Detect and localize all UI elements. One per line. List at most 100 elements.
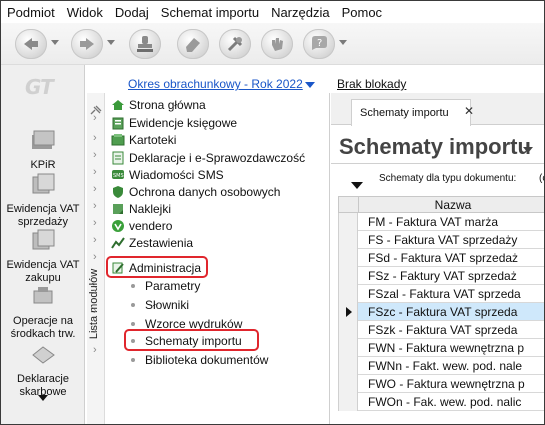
menu-podmiot[interactable]: Podmiot	[7, 5, 55, 20]
rail-scroll-down-icon[interactable]	[38, 395, 48, 401]
rail-item-srodki-trwale[interactable]: Operacje na środkach trw.	[1, 283, 85, 341]
subitem-biblioteka-dokumentow[interactable]: Biblioteka dokumentów	[131, 351, 268, 368]
forward-button[interactable]	[71, 29, 103, 59]
menu-bar: Podmiot Widok Dodaj Schemat importu Narz…	[1, 1, 544, 23]
subitem-label: Biblioteka dokumentów	[145, 352, 269, 367]
schematy-importu-highlight-box	[124, 329, 259, 351]
menu-dodaj[interactable]: Dodaj	[115, 5, 149, 20]
table-row[interactable]: FSzk - Faktura VAT sprzeda	[338, 321, 544, 339]
module-deklaracje[interactable]: Deklaracje i e-Sprawozdawczość	[111, 149, 305, 166]
chevron-right-icon[interactable]: ›	[93, 325, 97, 337]
chevron-right-icon[interactable]: ›	[93, 112, 97, 124]
table-row[interactable]: FSd - Faktura VAT sprzedaż	[338, 249, 544, 267]
menu-schemat-importu[interactable]: Schemat importu	[161, 5, 259, 20]
module-vendero[interactable]: vendero	[111, 217, 172, 234]
table-row[interactable]: FSzc - Faktura VAT sprzeda	[338, 303, 544, 321]
row-selector[interactable]	[338, 321, 358, 339]
bullet-icon	[131, 283, 135, 288]
row-name-cell: FWO - Faktura wewnętrzna p	[368, 377, 525, 391]
row-selector[interactable]	[338, 213, 358, 231]
table-row[interactable]: FWOn - Fak. wew. pod. nalic	[338, 393, 544, 411]
chevron-right-icon[interactable]: ›	[93, 132, 97, 144]
eraser-button[interactable]	[177, 29, 209, 59]
help-button[interactable]: ?	[303, 29, 335, 59]
row-selector[interactable]	[338, 303, 358, 321]
back-dropdown-arrow[interactable]	[51, 40, 59, 48]
column-header-nazwa[interactable]: Nazwa	[359, 198, 544, 212]
table-row[interactable]: FWNn - Fakt. wew. pod. nale	[338, 357, 544, 375]
row-selector[interactable]	[338, 393, 358, 411]
menu-pomoc[interactable]: Pomoc	[342, 5, 382, 20]
row-name-cell: FSzc - Faktura VAT sprzeda	[368, 305, 518, 319]
chevron-right-icon[interactable]: ›	[93, 234, 97, 246]
subitem-parametry[interactable]: Parametry	[131, 277, 200, 294]
row-selector[interactable]	[338, 339, 358, 357]
row-selector[interactable]	[338, 357, 358, 375]
rail-item-deklaracje-skarbowe[interactable]: Deklaracje skarbowe	[1, 341, 85, 399]
tab-schematy-importu[interactable]: Schematy importu	[351, 99, 471, 126]
period-link-label: Okres obrachunkowy - Rok 2022	[128, 77, 303, 91]
chevron-right-icon[interactable]: ›	[93, 286, 97, 298]
module-label: Strona główna	[129, 97, 206, 112]
module-zestawienia[interactable]: Zestawienia	[111, 234, 193, 251]
chevron-right-icon[interactable]: ›	[93, 200, 97, 212]
row-name-cell: FSd - Faktura VAT sprzedaż	[368, 251, 519, 265]
grid-header: Nazwa	[338, 196, 544, 213]
help-dropdown-arrow[interactable]	[339, 40, 347, 48]
hand-button[interactable]	[261, 29, 293, 59]
card-file-icon	[111, 133, 125, 145]
chevron-right-icon[interactable]: ›	[93, 217, 97, 229]
table-row[interactable]: FM - Faktura VAT marża	[338, 213, 544, 231]
module-wiadomosci-sms[interactable]: SMS Wiadomości SMS	[111, 166, 224, 183]
row-selector[interactable]	[338, 231, 358, 249]
chevron-right-icon[interactable]: ›	[93, 251, 97, 263]
title-divider	[331, 163, 544, 164]
module-rail: GT KPiR Ewidencja VAT sprzedaży Ewidencj…	[1, 65, 85, 424]
import-schemes-panel: Schematy importu ✕ Schematy importu Sche…	[331, 93, 544, 424]
bullet-icon	[131, 302, 135, 307]
chevron-right-icon[interactable]: ›	[93, 149, 97, 161]
chevron-right-icon[interactable]: ›	[93, 305, 97, 317]
subitem-slowniki[interactable]: Słowniki	[131, 296, 189, 313]
module-ochrona-danych[interactable]: Ochrona danych osobowych	[111, 183, 280, 200]
back-button[interactable]	[15, 29, 47, 59]
menu-widok[interactable]: Widok	[67, 5, 103, 20]
rail-item-ewidencja-zakupu[interactable]: Ewidencja VAT zakupu	[1, 227, 85, 285]
row-selector[interactable]	[338, 375, 358, 393]
table-row[interactable]: FWN - Faktura wewnętrzna p	[338, 339, 544, 357]
period-link[interactable]: Okres obrachunkowy - Rok 2022	[128, 77, 315, 91]
row-name-cell: FWOn - Fak. wew. pod. nalic	[368, 395, 522, 409]
forward-dropdown-arrow[interactable]	[107, 40, 115, 48]
close-icon[interactable]: ✕	[464, 104, 474, 118]
hand-icon	[272, 38, 283, 51]
home-icon	[112, 99, 124, 110]
table-row[interactable]: FSz - Faktury VAT sprzedaż	[338, 267, 544, 285]
module-kartoteki[interactable]: Kartoteki	[111, 131, 176, 148]
row-selector[interactable]	[338, 285, 358, 303]
page-title[interactable]: Schematy importu	[339, 134, 531, 160]
table-row[interactable]: FWO - Faktura wewnętrzna p	[338, 375, 544, 393]
rail-item-ewidencja-sprzedazy[interactable]: Ewidencja VAT sprzedaży	[1, 171, 85, 229]
rail-item-kpir[interactable]: KPiR	[1, 127, 85, 172]
stamp-button[interactable]	[129, 29, 161, 59]
row-selector[interactable]	[338, 249, 358, 267]
chevron-right-icon[interactable]: ›	[93, 344, 97, 356]
chevron-right-icon[interactable]: ›	[93, 183, 97, 195]
module-ewidencje-ksiegowe[interactable]: Ewidencje księgowe	[111, 114, 237, 131]
module-naklejki[interactable]: Naklejki	[111, 200, 171, 217]
row-selector[interactable]	[338, 267, 358, 285]
sort-chevron-down-icon[interactable]	[351, 182, 363, 189]
unlock-link[interactable]: Brak blokady	[337, 77, 406, 91]
help-icon: ?	[312, 36, 327, 50]
stamp-icon	[137, 36, 153, 52]
books-icon	[32, 130, 55, 149]
menu-narzedzia[interactable]: Narzędzia	[271, 5, 330, 20]
module-strona-glowna[interactable]: Strona główna	[111, 96, 206, 113]
module-label: Deklaracje i e-Sprawozdawczość	[129, 150, 306, 165]
table-row[interactable]: FS - Faktura VAT sprzedaży	[338, 231, 544, 249]
document-type-value[interactable]: (c	[539, 173, 544, 184]
title-chevron-down-icon[interactable]	[523, 147, 533, 153]
tools-button[interactable]	[219, 29, 251, 59]
chevron-right-icon[interactable]: ›	[93, 166, 97, 178]
table-row[interactable]: FSzal - Faktura VAT sprzeda	[338, 285, 544, 303]
